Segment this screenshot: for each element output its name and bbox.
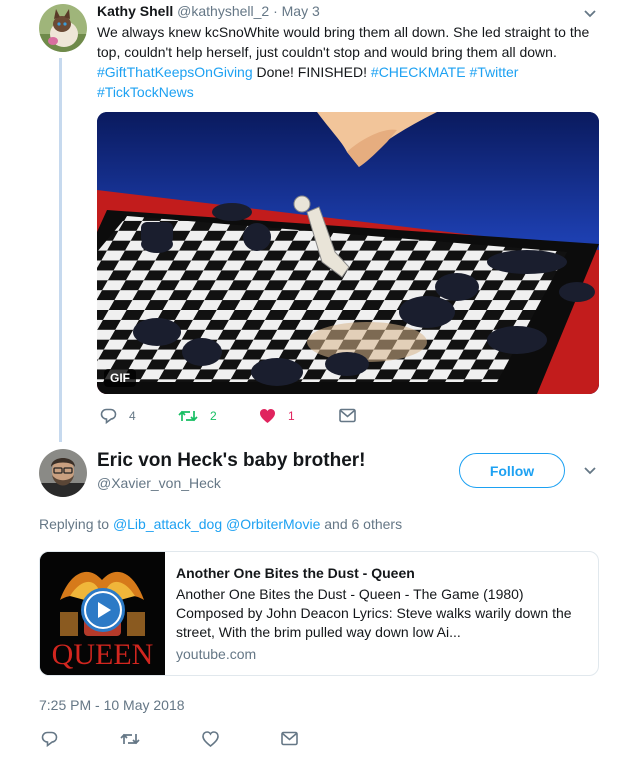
queen-logo-text: QUEEN <box>52 638 154 671</box>
message-action[interactable] <box>339 408 356 423</box>
hashtag-ticktocknews[interactable]: #TickTockNews <box>97 84 194 100</box>
reply-count: 4 <box>129 409 136 423</box>
hashtag-gift[interactable]: #GiftThatKeepsOnGiving <box>97 64 253 80</box>
gif-media[interactable] <box>97 112 599 394</box>
retweet-action[interactable]: 2 <box>178 408 217 424</box>
replying-to-line: Replying to @Lib_attack_dog @OrbiterMovi… <box>39 516 402 532</box>
follow-button[interactable]: Follow <box>459 453 565 488</box>
reply-icon[interactable] <box>41 731 58 747</box>
tweet-text-mid: Done! FINISHED! <box>256 64 368 80</box>
gif-badge: GIF <box>104 369 136 387</box>
link-card[interactable]: QUEEN Another One Bites the Dust - Queen… <box>39 551 599 676</box>
hashtag-checkmate[interactable]: #CHECKMATE <box>371 64 466 80</box>
card-thumbnail: QUEEN <box>40 552 165 675</box>
tweet-actions: 4 2 1 <box>97 408 397 428</box>
card-description: Another One Bites the Dust - Queen - The… <box>176 586 572 640</box>
chevron-down-icon[interactable] <box>583 9 597 19</box>
tweet-text-main: We always knew kcSnoWhite would bring th… <box>97 24 590 60</box>
message-icon[interactable] <box>281 731 298 746</box>
tweet-header: Kathy Shell @kathyshell_2 · May 3 <box>97 3 320 19</box>
like-count: 1 <box>288 409 295 423</box>
author-handle[interactable]: @kathyshell_2 <box>177 3 269 19</box>
reply-author-handle[interactable]: @Xavier_von_Heck <box>97 475 221 491</box>
hashtag-twitter[interactable]: #Twitter <box>469 64 518 80</box>
retweet-icon[interactable] <box>120 731 140 747</box>
reply-actions <box>39 731 339 751</box>
retweet-icon <box>178 410 198 422</box>
card-title[interactable]: Another One Bites the Dust - Queen <box>176 565 415 581</box>
tweet-date[interactable]: May 3 <box>282 3 320 19</box>
reply-icon <box>100 408 117 424</box>
message-icon <box>339 408 356 423</box>
reply-author-name[interactable]: Eric von Heck's baby brother! <box>97 450 366 472</box>
mention-lib-attack-dog[interactable]: @Lib_attack_dog <box>113 516 222 532</box>
card-domain: youtube.com <box>176 646 257 662</box>
reply-action[interactable]: 4 <box>100 408 136 424</box>
avatar-kathy-shell[interactable] <box>39 4 87 52</box>
replying-suffix[interactable]: and 6 others <box>324 516 402 532</box>
thread-connector-line <box>59 58 62 442</box>
heart-icon[interactable] <box>202 731 219 747</box>
author-name[interactable]: Kathy Shell <box>97 3 173 19</box>
heart-icon <box>260 409 275 423</box>
like-action[interactable]: 1 <box>259 408 295 424</box>
avatar-xavier-von-heck[interactable] <box>39 449 87 497</box>
tweet-text: We always knew kcSnoWhite would bring th… <box>97 22 607 102</box>
header-separator: · <box>273 3 278 19</box>
play-icon[interactable] <box>81 588 125 632</box>
replying-prefix: Replying to <box>39 516 110 532</box>
chevron-down-icon[interactable] <box>583 466 597 476</box>
retweet-count: 2 <box>210 409 217 423</box>
chess-gif-image <box>97 112 599 394</box>
reply-timestamp[interactable]: 7:25 PM - 10 May 2018 <box>39 697 185 713</box>
mention-orbitermovie[interactable]: @OrbiterMovie <box>226 516 320 532</box>
